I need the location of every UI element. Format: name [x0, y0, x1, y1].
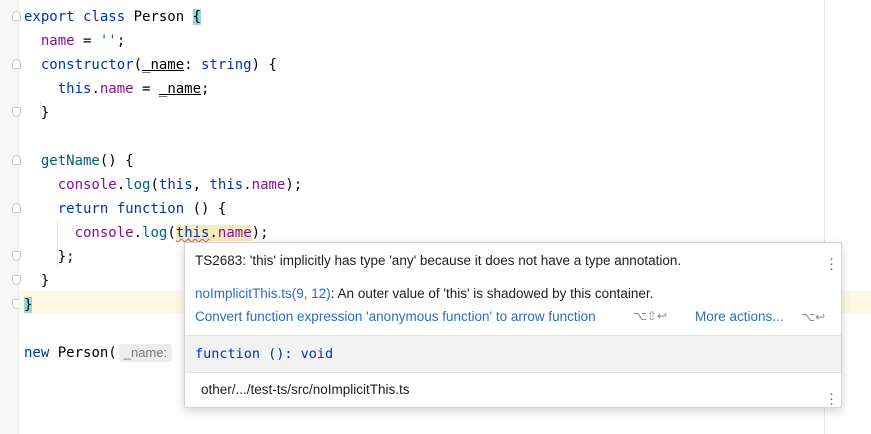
dot: .	[243, 177, 252, 193]
paren: () {	[184, 201, 227, 217]
paren: (	[167, 225, 176, 241]
keyword: export class	[24, 9, 126, 25]
string-literal: ''	[99, 33, 117, 49]
code-line-3: constructor(_name: string) {	[24, 53, 302, 77]
method-call: log	[125, 177, 151, 193]
method-call: log	[142, 225, 168, 241]
code-line-7: getName() {	[24, 149, 302, 173]
matched-brace: {	[192, 9, 202, 25]
fold-marker-icon[interactable]	[12, 275, 21, 285]
related-info: noImplicitThis.ts(9, 12): An outer value…	[195, 286, 653, 301]
paren: );	[251, 225, 269, 241]
paren: ) {	[251, 57, 277, 73]
keyword: return function	[57, 201, 185, 217]
signature-section: function (): void	[185, 335, 841, 373]
dot: .	[133, 225, 143, 241]
colon: :	[184, 57, 202, 73]
paren: () {	[99, 153, 134, 169]
class-name: Person	[125, 9, 193, 25]
operator: =	[133, 81, 159, 97]
error-message: TS2683: 'this' implicitly has type 'any'…	[195, 253, 682, 268]
fold-marker-icon[interactable]	[12, 59, 21, 69]
property: name	[40, 33, 75, 49]
matched-brace: }	[24, 297, 33, 313]
parameter: _name	[158, 81, 202, 97]
object: console	[74, 225, 134, 241]
semicolon: ;	[201, 81, 210, 97]
type: string	[201, 57, 252, 73]
convert-shortcut: ⌥⇧↩	[633, 309, 667, 323]
fold-marker-icon[interactable]	[12, 251, 21, 261]
comma: ,	[192, 177, 210, 193]
dot: .	[209, 225, 218, 241]
keyword: new	[24, 345, 50, 361]
brace: };	[57, 249, 75, 265]
code-line-2: name = '';	[24, 29, 302, 53]
error-this-keyword[interactable]: this	[176, 225, 210, 241]
keyword: constructor	[40, 57, 134, 73]
file-path: other/.../test-ts/src/noImplicitThis.ts	[201, 382, 410, 397]
more-actions-link[interactable]: More actions...	[695, 309, 784, 324]
convert-to-arrow-action[interactable]: Convert function expression 'anonymous f…	[195, 309, 596, 324]
method-name: getName	[40, 153, 100, 169]
code-line-4: this.name = _name;	[24, 77, 302, 101]
brace: }	[40, 273, 50, 289]
error-tooltip-popup[interactable]: TS2683: 'this' implicitly has type 'any'…	[184, 242, 842, 411]
keyword: this	[209, 177, 244, 193]
fold-marker-icon[interactable]	[12, 107, 21, 117]
property: name	[99, 81, 134, 97]
fold-marker-icon[interactable]	[12, 11, 21, 21]
more-actions-shortcut: ⌥↩	[801, 310, 826, 324]
property: name	[251, 177, 286, 193]
more-vertical-icon[interactable]: · · ·	[829, 251, 834, 276]
fold-marker-icon[interactable]	[12, 203, 21, 213]
parameter-hint: _name:	[118, 344, 173, 362]
more-actions-group: More actions... ⌥↩	[695, 309, 825, 324]
code-line-1: export class Person {	[24, 5, 302, 29]
quick-fix-actions: Convert function expression 'anonymous f…	[195, 309, 835, 324]
class-call: Person(	[49, 345, 117, 361]
object: console	[57, 177, 117, 193]
keyword: this	[57, 81, 92, 97]
code-line-5: }	[24, 101, 302, 125]
operator: =	[74, 33, 100, 49]
paren: (	[150, 177, 159, 193]
paren: );	[285, 177, 303, 193]
fold-marker-icon[interactable]	[12, 155, 21, 165]
code-line-8: console.log(this, this.name);	[24, 173, 303, 197]
semicolon: ;	[116, 33, 126, 49]
paren: (	[133, 57, 143, 73]
dot: .	[116, 177, 126, 193]
code-line-9: return function () {	[24, 197, 302, 221]
related-file-link[interactable]: noImplicitThis.ts(9, 12)	[195, 286, 331, 301]
keyword: this	[158, 177, 193, 193]
related-text: : An outer value of 'this' is shadowed b…	[330, 286, 654, 301]
function-signature: function (): void	[195, 346, 334, 362]
more-vertical-icon[interactable]: · · ·	[829, 386, 834, 411]
parameter: _name	[142, 57, 185, 73]
property: name	[217, 225, 252, 241]
dot: .	[91, 81, 100, 97]
brace: }	[40, 105, 50, 121]
